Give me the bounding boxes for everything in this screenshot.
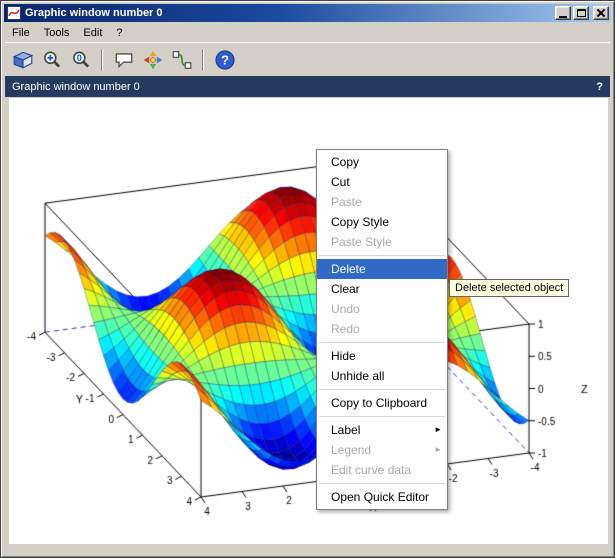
context-menu-item-cut[interactable]: Cut: [317, 172, 447, 192]
toolbar-separator: [101, 49, 103, 71]
menu-bar: FileToolsEdit?: [5, 23, 610, 42]
graphic-window: Graphic window number 0 FileToolsEdit? 0…: [0, 0, 615, 558]
menu-item-label: Copy: [331, 155, 359, 169]
maximize-button[interactable]: [573, 6, 589, 20]
ged-editor-icon[interactable]: [110, 46, 137, 73]
menu-separator: [319, 342, 445, 343]
menubar-item-help[interactable]: ?: [109, 25, 129, 41]
close-button[interactable]: [593, 6, 609, 20]
unzoom-icon[interactable]: 0: [67, 46, 94, 73]
context-menu-item-copy[interactable]: Copy: [317, 152, 447, 172]
menubar-item-file[interactable]: File: [5, 25, 37, 41]
context-menu-item-edit-curve-data: Edit curve data: [317, 460, 447, 480]
info-bar: Graphic window number 0 ?: [5, 76, 610, 97]
context-menu-item-delete[interactable]: Delete: [317, 259, 447, 279]
menu-separator: [319, 483, 445, 484]
plot-area: [9, 98, 608, 544]
context-menu-item-paste-style: Paste Style: [317, 232, 447, 252]
svg-text:?: ?: [220, 52, 228, 67]
menu-item-label: Paste Style: [331, 235, 392, 249]
curve-links-icon[interactable]: [168, 46, 195, 73]
rotate-3d-icon[interactable]: [9, 46, 36, 73]
submenu-arrow-icon: ►: [434, 420, 442, 440]
context-menu-item-hide[interactable]: Hide: [317, 346, 447, 366]
menu-item-label: Paste: [331, 195, 362, 209]
menu-separator: [319, 255, 445, 256]
toolbar: 0?: [5, 42, 610, 76]
menu-item-label: Copy to Clipboard: [331, 396, 427, 410]
svg-text:0: 0: [76, 53, 81, 63]
menu-item-label: Redo: [331, 322, 360, 336]
context-menu-item-paste: Paste: [317, 192, 447, 212]
title-bar: Graphic window number 0: [4, 4, 611, 22]
menu-item-label: Edit curve data: [331, 463, 411, 477]
submenu-arrow-icon: ►: [434, 440, 442, 460]
minimize-button[interactable]: [555, 6, 571, 20]
tooltip: Delete selected object: [449, 279, 569, 297]
toolbar-separator: [202, 49, 204, 71]
help-icon[interactable]: ?: [211, 46, 238, 73]
menu-item-label: Open Quick Editor: [331, 490, 429, 504]
plot-canvas[interactable]: [9, 98, 608, 544]
menubar-item-tools[interactable]: Tools: [37, 25, 77, 41]
menu-item-label: Legend: [331, 443, 371, 457]
context-menu-item-unhide-all[interactable]: Unhide all: [317, 366, 447, 386]
info-bar-text: Graphic window number 0: [12, 81, 140, 93]
minimize-icon: [559, 16, 567, 18]
menu-separator: [319, 389, 445, 390]
close-icon: [596, 9, 606, 18]
app-icon: [7, 6, 21, 20]
context-menu-item-undo: Undo: [317, 299, 447, 319]
context-menu-item-label[interactable]: Label ►: [317, 420, 447, 440]
info-help-button[interactable]: ?: [596, 81, 603, 93]
menu-item-label: Copy Style: [331, 215, 389, 229]
context-menu-item-legend: Legend ►: [317, 440, 447, 460]
context-menu-item-copy-style[interactable]: Copy Style: [317, 212, 447, 232]
menu-item-label: Cut: [331, 175, 350, 189]
menu-item-label: Unhide all: [331, 369, 384, 383]
menu-item-label: Undo: [331, 302, 360, 316]
menubar-item-edit[interactable]: Edit: [76, 25, 109, 41]
datatip-icon[interactable]: [139, 46, 166, 73]
zoom-in-icon[interactable]: [38, 46, 65, 73]
context-menu-item-open-quick-editor[interactable]: Open Quick Editor: [317, 487, 447, 507]
menu-item-label: Clear: [331, 282, 360, 296]
menu-item-label: Delete: [331, 262, 366, 276]
menu-item-label: Hide: [331, 349, 356, 363]
menu-separator: [319, 416, 445, 417]
context-menu-item-clear[interactable]: Clear: [317, 279, 447, 299]
maximize-icon: [577, 9, 586, 17]
menu-item-label: Label: [331, 423, 360, 437]
window-title: Graphic window number 0: [25, 7, 553, 19]
context-menu-item-copy-to-clipboard[interactable]: Copy to Clipboard: [317, 393, 447, 413]
context-menu: Copy Cut Paste Copy Style Paste Style Delete C…: [316, 149, 448, 510]
context-menu-item-redo: Redo: [317, 319, 447, 339]
tooltip-text: Delete selected object: [455, 282, 563, 294]
